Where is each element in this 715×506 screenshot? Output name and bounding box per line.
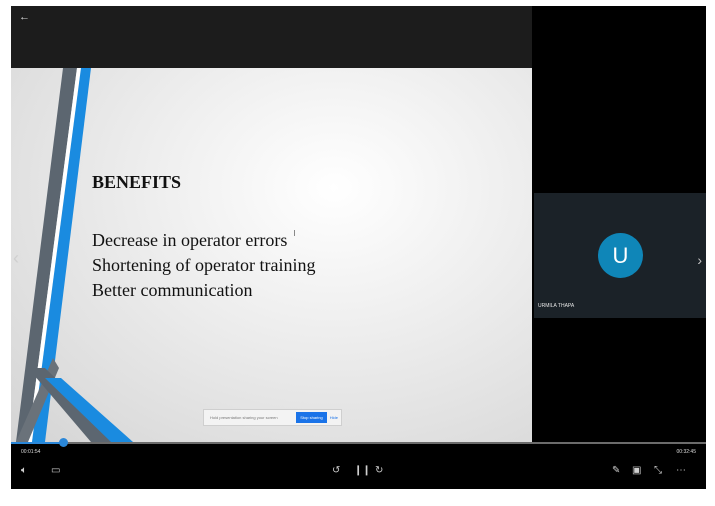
pause-icon[interactable]: ❙❙ xyxy=(354,466,371,476)
total-duration: 00:32:45 xyxy=(676,449,696,455)
progress-bar[interactable] xyxy=(11,438,706,447)
volume-icon[interactable]: 🔈︎ xyxy=(21,466,27,476)
participant-tile[interactable]: U URMILA THAPA › xyxy=(534,193,706,318)
presentation-slide: ‹ BENEFITS Decrease in operator errors S… xyxy=(11,68,532,442)
slide-title: BENEFITS xyxy=(92,172,182,192)
progress-fill xyxy=(11,442,64,444)
slide-bullet: Better communication xyxy=(92,280,253,300)
participant-name: URMILA THAPA xyxy=(538,303,575,309)
avatar: U xyxy=(598,233,643,278)
participants-panel: U URMILA THAPA › xyxy=(532,6,706,442)
elapsed-time: 00:01:54 xyxy=(21,449,41,455)
captions-icon[interactable]: ▭ xyxy=(51,466,60,476)
stop-sharing-button[interactable]: Stop sharing xyxy=(296,412,327,423)
previous-arrow-icon[interactable]: ‹ xyxy=(13,248,19,269)
slide-bullets: Decrease in operator errors Shortening o… xyxy=(92,228,315,303)
rewind-10-icon[interactable]: ↺ xyxy=(332,466,340,476)
progress-handle[interactable] xyxy=(59,438,69,447)
banner-text: Hold presentation sharing your screen xyxy=(210,415,278,420)
screen-share-banner: Hold presentation sharing your screen St… xyxy=(203,409,342,426)
picture-in-picture-icon[interactable]: ▣ xyxy=(632,466,641,476)
forward-10-icon[interactable]: ↻ xyxy=(375,466,383,476)
slide-bullet: Shortening of operator training xyxy=(92,255,316,275)
more-options-icon[interactable]: ⋯ xyxy=(676,466,686,476)
video-player: ← ‹ BENEFITS Decrease in operator errors… xyxy=(11,6,706,489)
slide-bullet: Decrease in operator errors xyxy=(92,230,288,250)
top-bar: ← xyxy=(11,6,532,68)
exit-fullscreen-icon[interactable]: ⤡ xyxy=(654,466,662,476)
chevron-right-icon[interactable]: › xyxy=(697,252,702,268)
mouse-cursor-icon xyxy=(294,230,299,236)
back-arrow-icon[interactable]: ← xyxy=(19,11,30,23)
pen-icon[interactable]: ✎ xyxy=(612,466,620,476)
hide-button[interactable]: Hide xyxy=(330,415,341,420)
